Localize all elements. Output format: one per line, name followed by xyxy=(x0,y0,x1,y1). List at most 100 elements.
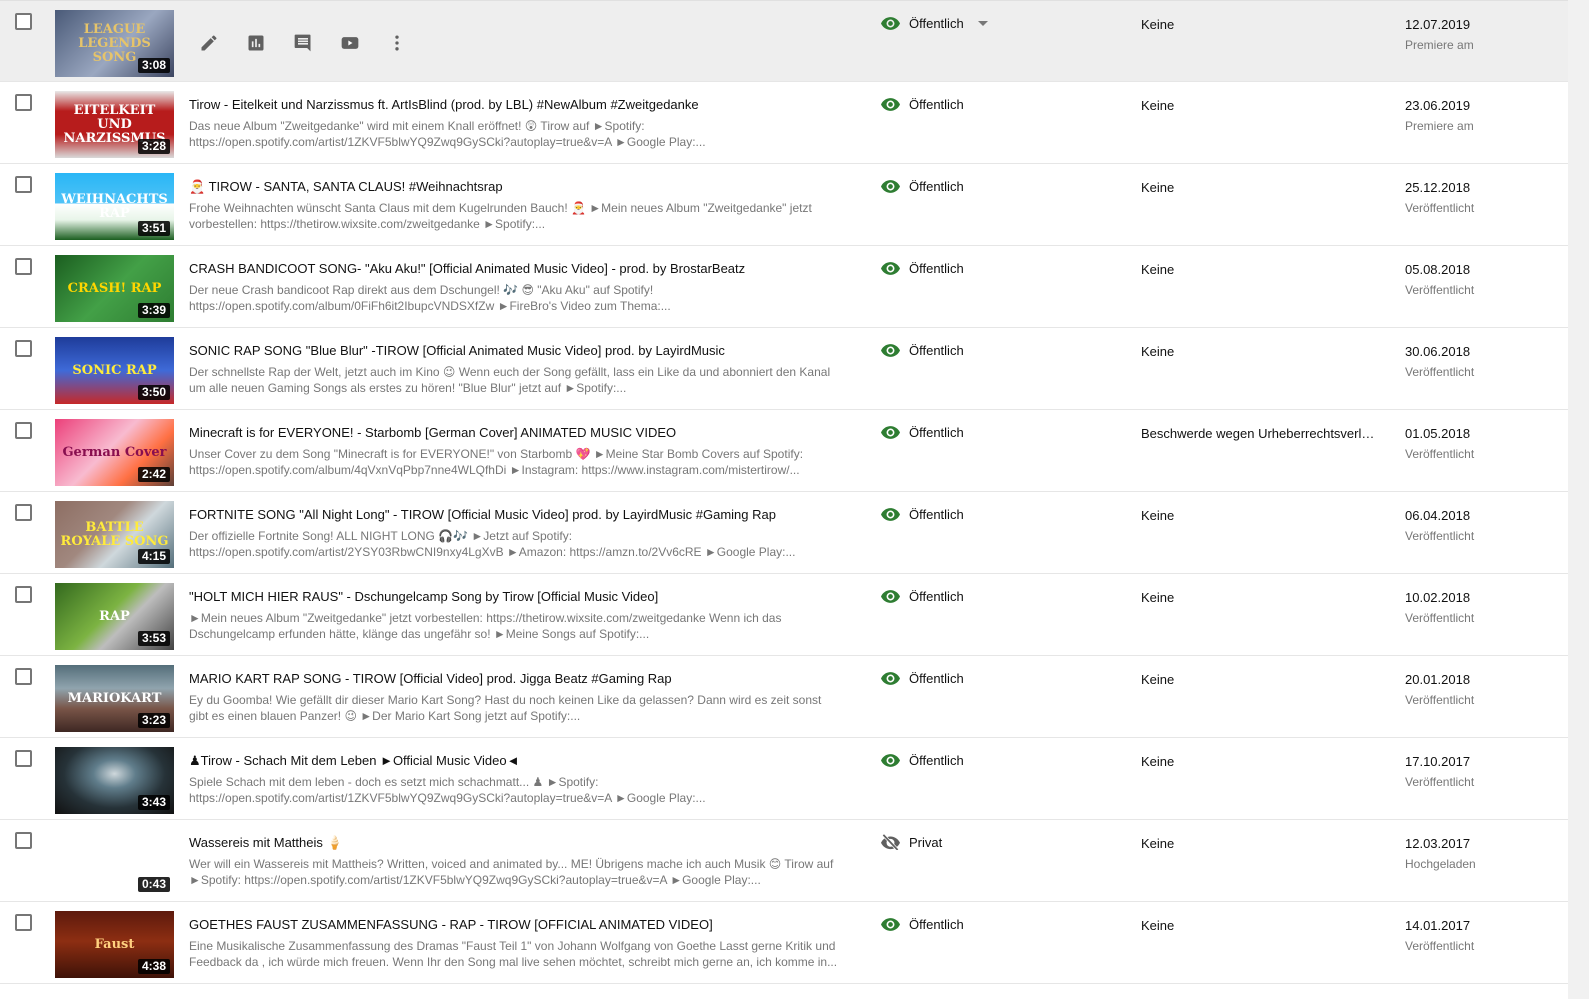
row-checkbox[interactable] xyxy=(15,914,32,931)
video-row[interactable]: Faust 4:38 GOETHES FAUST ZUSAMMENFASSUNG… xyxy=(0,902,1568,984)
comments-icon[interactable] xyxy=(292,32,314,54)
video-title[interactable]: CRASH BANDICOOT SONG- "Aku Aku!" [Offici… xyxy=(189,261,839,276)
video-title[interactable]: SONIC RAP SONG "Blue Blur" -TIROW [Offic… xyxy=(189,343,839,358)
video-row[interactable]: EITELKEIT UND NARZISSMUS 3:28 Tirow - Ei… xyxy=(0,82,1568,164)
video-thumbnail[interactable]: EITELKEIT UND NARZISSMUS 3:28 xyxy=(55,91,174,158)
video-thumbnail[interactable]: SONIC RAP 3:50 xyxy=(55,337,174,404)
video-description: ►Mein neues Album "Zweitgedanke" jetzt v… xyxy=(189,611,782,641)
visibility-label: Öffentlich xyxy=(909,260,964,276)
eye-icon xyxy=(881,96,901,112)
edit-icon[interactable] xyxy=(198,32,220,54)
visibility-select[interactable]: Öffentlich xyxy=(881,916,964,932)
row-checkbox[interactable] xyxy=(15,504,32,521)
eye-icon xyxy=(881,670,901,686)
chevron-down-icon[interactable] xyxy=(977,20,988,26)
video-title[interactable]: FORTNITE SONG "All Night Long" - TIROW [… xyxy=(189,507,839,522)
analytics-icon[interactable] xyxy=(245,32,267,54)
video-thumbnail[interactable]: CRASH! RAP 3:39 xyxy=(55,255,174,322)
video-thumbnail[interactable]: RAP 3:53 xyxy=(55,583,174,650)
visibility-select[interactable]: Privat xyxy=(881,834,942,850)
row-checkbox[interactable] xyxy=(15,586,32,603)
row-checkbox[interactable] xyxy=(15,258,32,275)
row-checkbox[interactable] xyxy=(15,13,32,30)
row-checkbox[interactable] xyxy=(15,94,32,111)
visibility-select[interactable]: Öffentlich xyxy=(881,178,964,194)
video-title[interactable]: ♟Tirow - Schach Mit dem Leben ►Official … xyxy=(189,753,839,769)
video-date: 30.06.2018 xyxy=(1405,344,1471,359)
video-thumbnail[interactable]: MARIOKART 3:23 xyxy=(55,665,174,732)
duration-badge: 4:38 xyxy=(137,959,170,974)
restrictions: Keine xyxy=(1141,98,1175,113)
duration-badge: 3:43 xyxy=(137,795,170,810)
video-thumbnail[interactable]: 0:43 xyxy=(55,829,174,896)
video-thumbnail[interactable]: 3:43 xyxy=(55,747,174,814)
eye-icon xyxy=(881,178,901,194)
restrictions: Keine xyxy=(1141,754,1175,769)
video-description: Der offizielle Fortnite Song! ALL NIGHT … xyxy=(189,529,796,559)
date-status: Hochgeladen xyxy=(1405,857,1476,871)
video-row[interactable]: 0:43 Wassereis mit Mattheis 🍦 Wer will e… xyxy=(0,820,1568,902)
date-status: Veröffentlicht xyxy=(1405,611,1475,625)
restrictions: Keine xyxy=(1141,17,1175,32)
video-title[interactable]: Wassereis mit Mattheis 🍦 xyxy=(189,835,839,851)
video-description: Das neue Album "Zweitgedanke" wird mit e… xyxy=(189,119,706,149)
row-checkbox[interactable] xyxy=(15,422,32,439)
video-thumbnail[interactable]: WEIHNACHTS RAP 3:51 xyxy=(55,173,174,240)
video-row[interactable]: LEAGUE LEGENDS SONG 3:08 Öffentlich Kein… xyxy=(0,0,1568,82)
video-title[interactable]: GOETHES FAUST ZUSAMMENFASSUNG - RAP - TI… xyxy=(189,917,839,932)
restrictions: Keine xyxy=(1141,836,1175,851)
video-title[interactable]: MARIO KART RAP SONG - TIROW [Official Vi… xyxy=(189,671,839,686)
video-thumbnail[interactable]: LEAGUE LEGENDS SONG 3:08 xyxy=(55,10,174,77)
thumbnail-text: SONIC RAP xyxy=(72,362,157,378)
video-title[interactable]: Minecraft is for EVERYONE! - Starbomb [G… xyxy=(189,425,839,440)
video-row[interactable]: RAP 3:53 "HOLT MICH HIER RAUS" - Dschung… xyxy=(0,574,1568,656)
video-title[interactable]: 🎅 TIROW - SANTA, SANTA CLAUS! #Weihnacht… xyxy=(189,179,839,195)
restrictions: Beschwerde wegen Urheberrechtsverletzung xyxy=(1141,426,1381,441)
visibility-select[interactable]: Öffentlich xyxy=(881,96,964,112)
visibility-label: Öffentlich xyxy=(909,670,964,686)
eye-icon xyxy=(881,506,901,522)
video-thumbnail[interactable]: German Cover 2:42 xyxy=(55,419,174,486)
duration-badge: 3:08 xyxy=(137,58,170,73)
visibility-select[interactable]: Öffentlich xyxy=(881,588,964,604)
video-row[interactable]: 3:43 ♟Tirow - Schach Mit dem Leben ►Offi… xyxy=(0,738,1568,820)
row-checkbox[interactable] xyxy=(15,668,32,685)
restrictions: Keine xyxy=(1141,344,1175,359)
row-checkbox[interactable] xyxy=(15,176,32,193)
video-title[interactable]: "HOLT MICH HIER RAUS" - Dschungelcamp So… xyxy=(189,589,839,604)
thumbnail-text: MARIOKART xyxy=(67,690,162,706)
row-checkbox[interactable] xyxy=(15,832,32,849)
eye-icon xyxy=(881,342,901,358)
visibility-select[interactable]: Öffentlich xyxy=(881,752,964,768)
visibility-select[interactable]: Öffentlich xyxy=(881,15,988,31)
visibility-label: Öffentlich xyxy=(909,506,964,522)
visibility-select[interactable]: Öffentlich xyxy=(881,424,964,440)
visibility-select[interactable]: Öffentlich xyxy=(881,260,964,276)
scrollbar[interactable] xyxy=(1568,0,1589,999)
video-row[interactable]: MARIOKART 3:23 MARIO KART RAP SONG - TIR… xyxy=(0,656,1568,738)
video-row[interactable]: BATTLE ROYALE SONG 4:15 FORTNITE SONG "A… xyxy=(0,492,1568,574)
video-row[interactable]: CRASH! RAP 3:39 CRASH BANDICOOT SONG- "A… xyxy=(0,246,1568,328)
video-thumbnail[interactable]: BATTLE ROYALE SONG 4:15 xyxy=(55,501,174,568)
row-checkbox[interactable] xyxy=(15,340,32,357)
visibility-select[interactable]: Öffentlich xyxy=(881,670,964,686)
thumbnail-text: CRASH! RAP xyxy=(67,280,162,296)
more-icon[interactable] xyxy=(386,32,408,54)
restrictions: Keine xyxy=(1141,672,1175,687)
video-row[interactable]: SONIC RAP 3:50 SONIC RAP SONG "Blue Blur… xyxy=(0,328,1568,410)
duration-badge: 3:50 xyxy=(137,385,170,400)
visibility-select[interactable]: Öffentlich xyxy=(881,342,964,358)
visibility-label: Privat xyxy=(909,834,943,850)
video-date: 20.01.2018 xyxy=(1405,672,1471,687)
video-thumbnail[interactable]: Faust 4:38 xyxy=(55,911,174,978)
row-checkbox[interactable] xyxy=(15,750,32,767)
restrictions: Keine xyxy=(1141,590,1175,605)
visibility-label: Öffentlich xyxy=(909,916,964,932)
video-row[interactable]: WEIHNACHTS RAP 3:51 🎅 TIROW - SANTA, SAN… xyxy=(0,164,1568,246)
video-title[interactable]: Tirow - Eitelkeit und Narzissmus ft. Art… xyxy=(189,97,839,112)
video-row[interactable]: German Cover 2:42 Minecraft is for EVERY… xyxy=(0,410,1568,492)
duration-badge: 3:39 xyxy=(137,303,170,318)
visibility-select[interactable]: Öffentlich xyxy=(881,506,964,522)
video-date: 10.02.2018 xyxy=(1405,590,1471,605)
youtube-icon[interactable] xyxy=(339,32,361,54)
